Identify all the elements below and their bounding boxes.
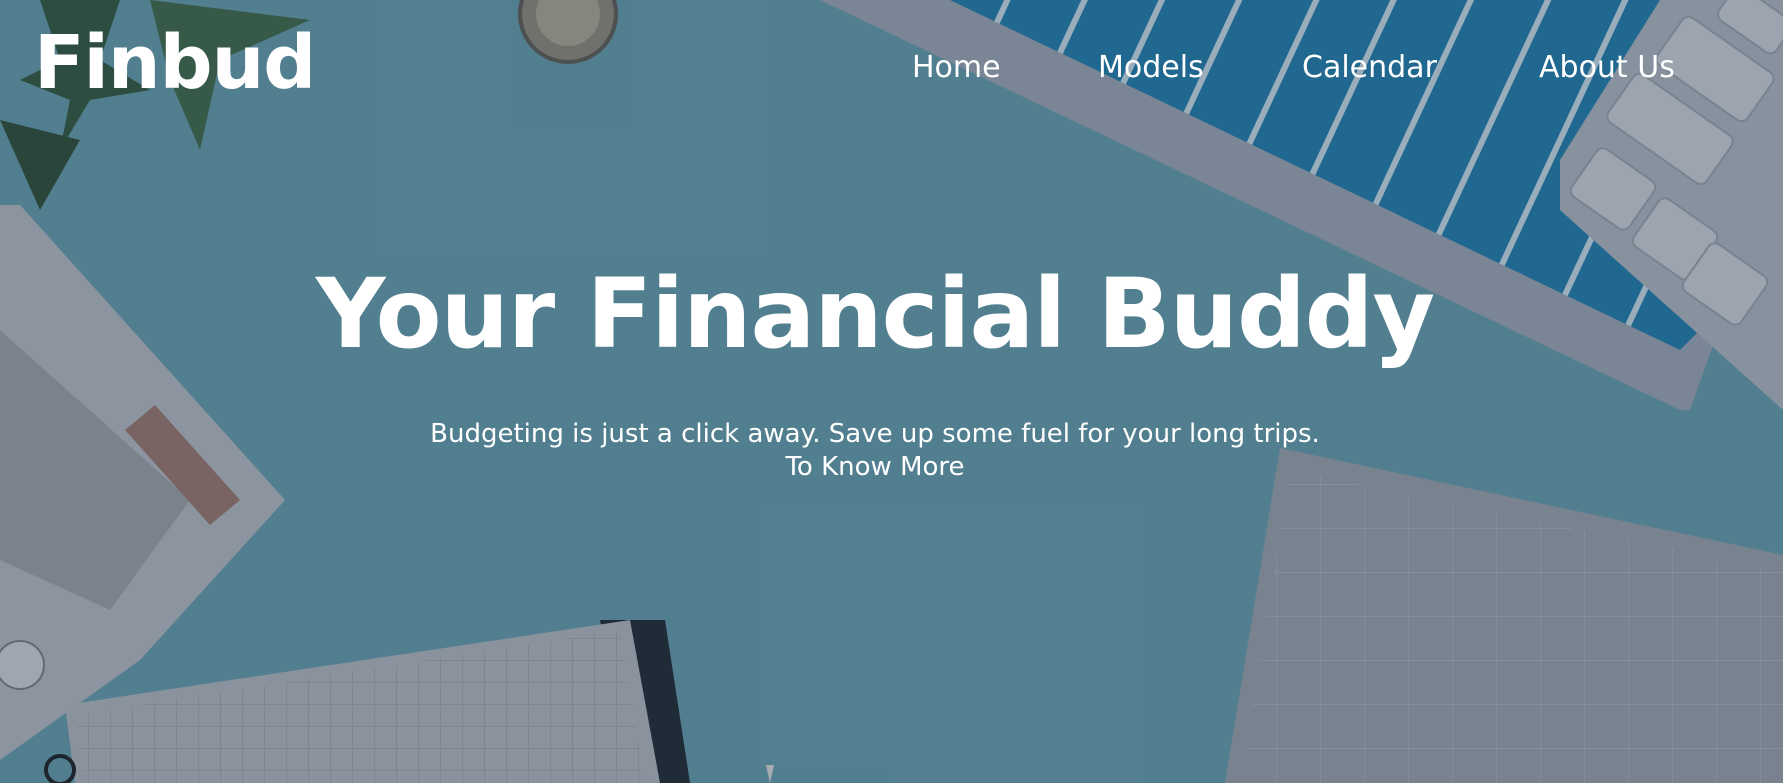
- nav-link-about-us[interactable]: About Us: [1539, 50, 1675, 86]
- nav-link-home[interactable]: Home: [912, 50, 1001, 86]
- hero-subtitle: Budgeting is just a click away. Save up …: [430, 419, 1320, 449]
- main-nav: Home Models Calendar About Us: [0, 50, 1783, 90]
- hero-headline: Your Financial Buddy: [315, 258, 1435, 370]
- nav-link-calendar[interactable]: Calendar: [1302, 50, 1437, 86]
- nav-link-models[interactable]: Models: [1098, 50, 1204, 86]
- background-overlay: [0, 0, 1783, 783]
- hero-section: Finbud Home Models Calendar About Us You…: [0, 0, 1783, 783]
- know-more-link[interactable]: To Know More: [785, 452, 964, 482]
- hero-subtitle-block: Budgeting is just a click away. Save up …: [0, 418, 1750, 484]
